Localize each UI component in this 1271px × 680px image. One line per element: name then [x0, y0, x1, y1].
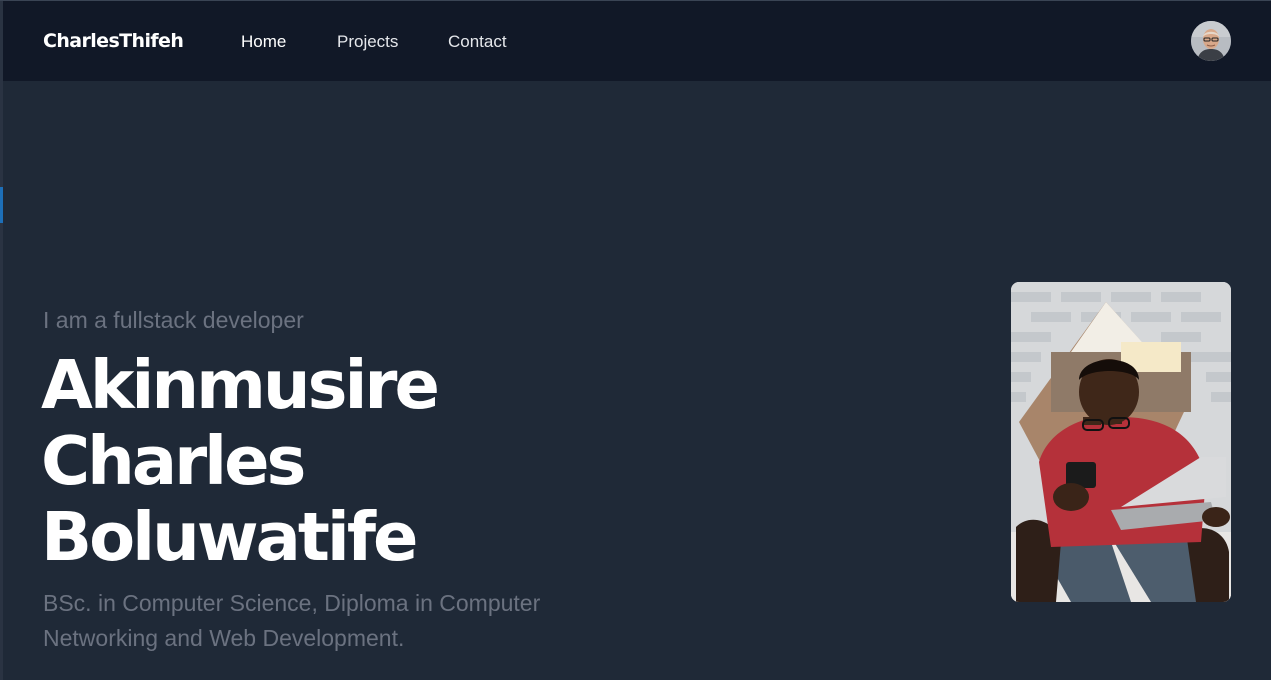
page: CharlesThifeh Home Projects Contact I am…	[0, 0, 1271, 680]
user-avatar[interactable]	[1191, 21, 1231, 61]
top-navbar: CharlesThifeh Home Projects Contact	[3, 1, 1271, 81]
hero-name-first: Akinmusire	[41, 346, 440, 424]
avatar-portrait-icon	[1191, 21, 1231, 61]
window-edge	[0, 1, 3, 680]
window-edge-accent	[0, 187, 3, 223]
nav-link-projects[interactable]: Projects	[337, 32, 398, 52]
brand-logo[interactable]: CharlesThifeh	[43, 30, 184, 52]
nav-link-home[interactable]: Home	[241, 32, 286, 52]
hero-photo	[1011, 282, 1231, 602]
hero-description: BSc. in Computer Science, Diploma in Com…	[43, 590, 541, 651]
hero-name-middle: Charles	[41, 422, 306, 500]
developer-photo-illustration	[1011, 282, 1231, 602]
nav-link-contact[interactable]: Contact	[448, 32, 507, 52]
hero-name-last: Boluwatife	[41, 498, 418, 576]
hero-subtitle: I am a fullstack developer	[43, 307, 304, 333]
hero-name-heading: Akinmusire Charles Boluwatife	[41, 347, 601, 575]
